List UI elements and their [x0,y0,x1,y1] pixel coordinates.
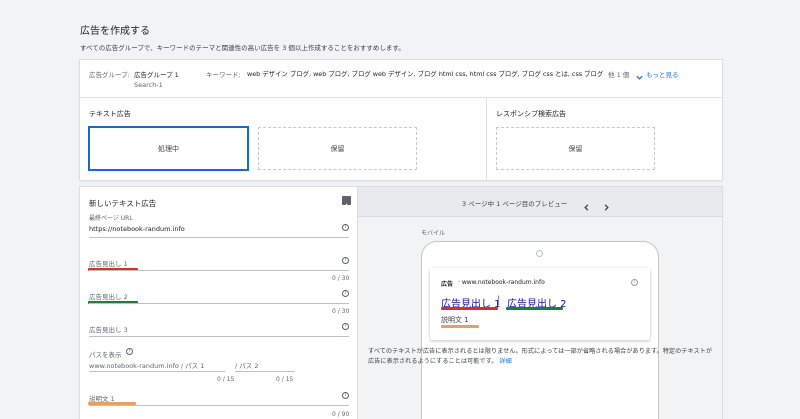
preview-note-text: すべてのテキストが広告に表示されるとは限りません。形式によっては一部が省略される… [368,348,713,365]
description1-underline [89,405,349,406]
path2-input[interactable]: / パス 2 [235,360,258,370]
page-subtitle: すべての広告グループで、キーワードのテーマと関連性の高い広告を 3 個以上作成す… [80,44,405,52]
help-icon[interactable]: ? [342,224,349,231]
page-title: 広告を作成する [80,26,150,37]
headline1-input[interactable]: 広告見出し 1 [89,258,128,268]
preview-description-orange-mark [441,325,479,328]
final-url-underline [89,237,349,238]
path1-underline [89,371,225,372]
text-ad-pending-label: 保留 [330,144,345,153]
headline2-counter: 0 / 30 [332,308,350,315]
chevron-right-icon[interactable] [602,197,611,211]
show-more-link[interactable]: もっと見る [646,69,679,79]
final-url-label: 最終ページ URL [89,215,133,222]
preview-description: 説明文 1 [441,316,469,324]
help-icon[interactable]: ? [342,323,349,330]
keywords-others-count: 他 1 個 [608,71,630,79]
text-ads-title: テキスト広告 [89,110,131,118]
phone-camera-icon [536,250,543,257]
section-divider [486,98,487,180]
ad-group-row: 広告グループ: 広告グループ 1 Search-1 キーワード: web デザイ… [80,60,722,98]
ad-preview-card: 広告 · www.notebook-randum.info i 広告見出し 1 … [430,268,650,340]
headline3-underline [89,336,349,337]
headline1-counter: 0 / 30 [332,275,350,282]
path-label: パスを表示 [89,351,122,359]
headline2-underline [89,303,349,304]
responsive-ads-title: レスポンシブ検索広告 [496,110,566,118]
info-icon[interactable]: i [631,279,638,286]
form-title: 新しいテキスト広告 [89,199,157,208]
path1-counter: 0 / 15 [217,376,235,383]
responsive-ad-pending-label: 保留 [568,144,583,153]
responsive-ad-pending-card[interactable]: 保留 [496,127,655,170]
keywords-list: web デザイン ブログ, web ブログ, ブログ web デザイン, ブログ… [247,70,604,78]
help-icon[interactable]: ? [126,348,133,355]
help-icon[interactable]: ? [342,257,349,264]
ad-display-url: · www.notebook-randum.info [458,279,545,286]
final-url-input[interactable]: https://notebook-randum.info [89,225,185,233]
mobile-label: モバイル [421,230,446,237]
text-ad-processing-label: 処理中 [158,144,179,153]
path2-underline [235,371,295,372]
text-ad-pending-card[interactable]: 保留 [258,127,417,170]
description1-counter: 0 / 90 [332,411,350,418]
help-icon[interactable]: ? [342,290,349,297]
add-ad-icon[interactable] [342,196,351,210]
campaign-name: Search-1 [134,81,163,89]
ad-group-card: 広告グループ: 広告グループ 1 Search-1 キーワード: web デザイ… [80,60,722,180]
chevron-down-icon[interactable] [635,67,644,80]
text-ad-processing-card[interactable]: 処理中 [89,127,248,170]
ad-group-label: 広告グループ: [89,71,130,79]
headline2-input[interactable]: 広告見出し 2 [89,291,128,301]
chevron-left-icon[interactable] [582,197,591,211]
preview-page-indicator: 3 ページ中 1 ページ目のプレビュー [462,200,568,208]
preview-header: 3 ページ中 1 ページ目のプレビュー [358,187,722,217]
details-link[interactable]: 詳細 [499,358,511,365]
preview-headline-separator: | [497,295,501,306]
path1-input[interactable]: www.notebook-randum.info / パス 1 [89,360,204,370]
new-text-ad-form: 新しいテキスト広告 最終ページ URL https://notebook-ran… [80,187,358,419]
help-icon[interactable]: ? [342,392,349,399]
keywords-label: キーワード: [206,71,241,79]
ad-group-name: 広告グループ 1 [134,71,179,79]
headline1-underline [89,270,349,271]
preview-headline1-red-mark [441,307,498,310]
preview-headline2-green-mark [506,307,563,310]
preview-note: すべてのテキストが広告に表示されるとは限りません。形式によっては一部が省略される… [368,347,714,367]
path2-counter: 0 / 15 [276,376,294,383]
headline3-input[interactable]: 広告見出し 3 [89,324,128,334]
ad-badge: 広告 [441,281,454,288]
